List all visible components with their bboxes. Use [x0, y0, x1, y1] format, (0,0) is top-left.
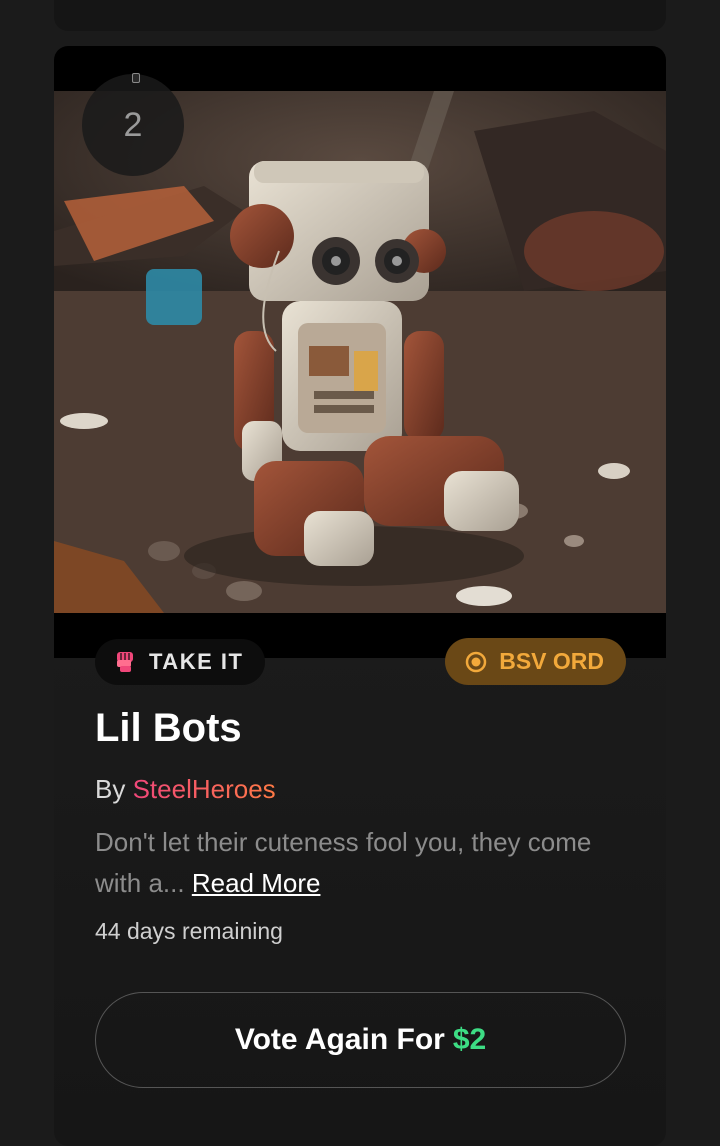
rank-badge: 2 — [82, 74, 184, 176]
collection-title: Lil Bots — [95, 706, 242, 750]
bsv-ord-label: BSV ORD — [499, 648, 604, 674]
collection-card: 2 TAKE IT BSV ORD Lil Bots By SteelHeroe… — [54, 46, 666, 1146]
previous-card-edge — [54, 0, 666, 31]
target-circle-icon — [465, 651, 487, 672]
days-remaining: 44 days remaining — [95, 918, 283, 944]
take-it-label: TAKE IT — [149, 649, 244, 674]
vote-label: Vote Again For — [234, 1023, 445, 1056]
description-text: Don't let their cuteness fool you, they … — [95, 827, 592, 898]
bsv-ord-badge[interactable]: BSV ORD — [445, 638, 626, 685]
rank-number: 2 — [123, 105, 143, 144]
vote-price: $2 — [452, 1023, 487, 1056]
collection-description: Don't let their cuteness fool you, they … — [95, 822, 625, 904]
read-more-link[interactable]: Read More — [192, 868, 321, 898]
card-media[interactable]: 2 — [54, 46, 666, 658]
by-prefix: By — [95, 774, 126, 804]
vote-again-button[interactable]: Vote Again For $2 — [95, 992, 626, 1088]
byline: By SteelHeroes — [95, 774, 276, 805]
fist-icon — [117, 652, 133, 672]
take-it-badge[interactable]: TAKE IT — [95, 639, 266, 685]
rank-mini-icon — [132, 73, 140, 83]
creator-link[interactable]: SteelHeroes — [133, 774, 276, 804]
